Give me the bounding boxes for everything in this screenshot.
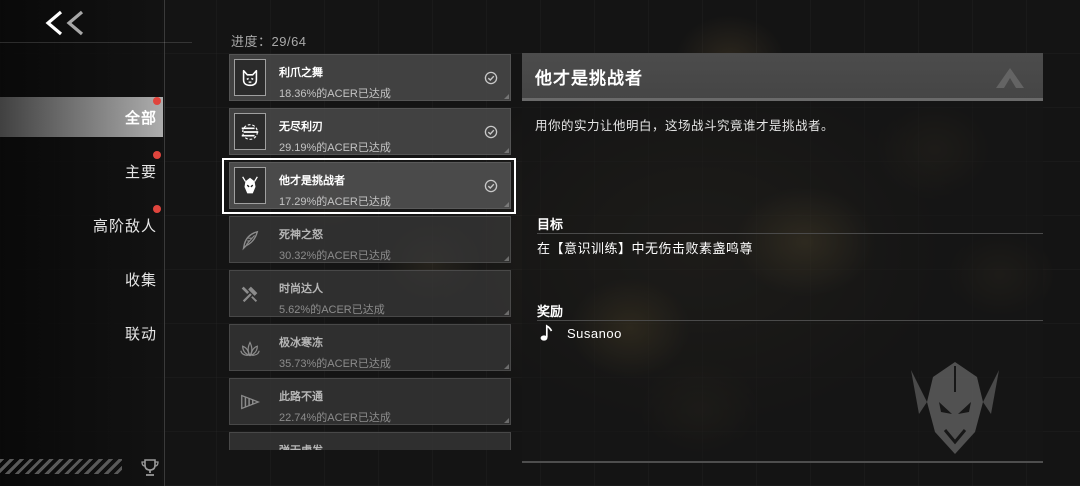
achievement-row[interactable]: 无尽利刃 29.19%的ACER已达成 bbox=[229, 108, 511, 155]
game-logo-icon bbox=[994, 66, 1026, 90]
header-divider bbox=[0, 42, 192, 43]
achievement-title: 弹无虚发 bbox=[279, 442, 323, 450]
progress-label: 进度：29/64 bbox=[231, 34, 307, 49]
sidebar-item-collab[interactable]: 联动 bbox=[0, 313, 163, 353]
ice-flower-icon bbox=[234, 329, 266, 366]
check-circle-icon bbox=[484, 179, 498, 193]
achievement-completion-rate: 18.36%的ACER已达成 bbox=[279, 88, 391, 100]
achievement-title: 极冰寒冻 bbox=[279, 337, 323, 349]
achievement-row[interactable]: 此路不通 22.74%的ACER已达成 bbox=[229, 378, 511, 425]
achievement-row[interactable]: 时尚达人 5.62%的ACER已达成 bbox=[229, 270, 511, 317]
achievement-title: 无尽利刃 bbox=[279, 121, 323, 133]
music-note-icon bbox=[539, 324, 553, 342]
notification-dot bbox=[153, 97, 161, 105]
achievement-row[interactable]: 弹无虚发 bbox=[229, 432, 511, 450]
achievement-completion-rate: 22.74%的ACER已达成 bbox=[279, 412, 391, 424]
cat-claw-icon bbox=[234, 59, 266, 96]
reward-text: Susanoo bbox=[567, 326, 622, 341]
reward-divider bbox=[537, 320, 1043, 321]
achievement-row[interactable]: 他才是挑战者 17.29%的ACER已达成 bbox=[222, 158, 516, 214]
sidebar-item-elite-enemies[interactable]: 高阶敌人 bbox=[0, 205, 163, 245]
susanoo-helmet-icon bbox=[905, 352, 1005, 460]
detail-title: 他才是挑战者 bbox=[535, 69, 643, 88]
achievement-completion-rate: 35.73%的ACER已达成 bbox=[279, 358, 391, 370]
check-circle-icon bbox=[484, 71, 498, 85]
sidebar-divider bbox=[164, 0, 165, 486]
blades-icon bbox=[234, 113, 266, 150]
achievement-row[interactable]: 利爪之舞 18.36%的ACER已达成 bbox=[229, 54, 511, 101]
hammer-brush-icon bbox=[234, 275, 266, 312]
achievement-title: 此路不通 bbox=[279, 391, 323, 403]
notification-dot bbox=[153, 151, 161, 159]
objective-heading: 目标 bbox=[537, 217, 564, 232]
double-chevron-left-icon[interactable] bbox=[44, 10, 92, 36]
arrow-icon bbox=[234, 437, 266, 450]
reward-heading: 奖励 bbox=[537, 304, 564, 319]
notification-dot bbox=[153, 205, 161, 213]
achievement-title: 他才是挑战者 bbox=[279, 175, 345, 187]
achievement-title: 时尚达人 bbox=[279, 283, 323, 295]
detail-description: 用你的实力让他明白，这场战斗究竟谁才是挑战者。 bbox=[535, 119, 835, 133]
helmet-icon bbox=[234, 167, 266, 204]
sidebar-item-collection[interactable]: 收集 bbox=[0, 259, 163, 299]
achievement-title: 死神之怒 bbox=[279, 229, 323, 241]
achievement-title: 利爪之舞 bbox=[279, 67, 323, 79]
achievement-completion-rate: 17.29%的ACER已达成 bbox=[279, 196, 391, 208]
achievement-row[interactable]: 极冰寒冻 35.73%的ACER已达成 bbox=[229, 324, 511, 371]
sidebar-item-label: 收集 bbox=[124, 271, 157, 289]
achievement-completion-rate: 30.32%的ACER已达成 bbox=[279, 250, 391, 262]
achievement-row[interactable]: 死神之怒 30.32%的ACER已达成 bbox=[229, 216, 511, 263]
achievement-completion-rate: 29.19%的ACER已达成 bbox=[279, 142, 391, 154]
objective-divider bbox=[537, 233, 1043, 234]
trophy-icon[interactable] bbox=[140, 457, 160, 477]
sidebar-item-label: 主要 bbox=[124, 163, 157, 181]
objective-text: 在【意识训练】中无伤击败素盏鸣尊 bbox=[537, 241, 754, 256]
decorative-stripes bbox=[0, 459, 122, 474]
sidebar-item-label: 全部 bbox=[124, 109, 157, 127]
detail-panel-bottom-border bbox=[522, 461, 1043, 463]
feather-icon bbox=[234, 221, 266, 258]
sidebar-item-all[interactable]: 全部 bbox=[0, 97, 163, 137]
achievement-list[interactable]: 利爪之舞 18.36%的ACER已达成 无尽利刃 29.19%的ACER已达成 … bbox=[222, 50, 518, 450]
drill-cone-icon bbox=[234, 383, 266, 420]
sidebar-item-main[interactable]: 主要 bbox=[0, 151, 163, 191]
check-circle-icon bbox=[484, 125, 498, 139]
sidebar-item-label: 高阶敌人 bbox=[92, 217, 157, 235]
sidebar-item-label: 联动 bbox=[124, 325, 157, 343]
achievement-completion-rate: 5.62%的ACER已达成 bbox=[279, 304, 385, 316]
